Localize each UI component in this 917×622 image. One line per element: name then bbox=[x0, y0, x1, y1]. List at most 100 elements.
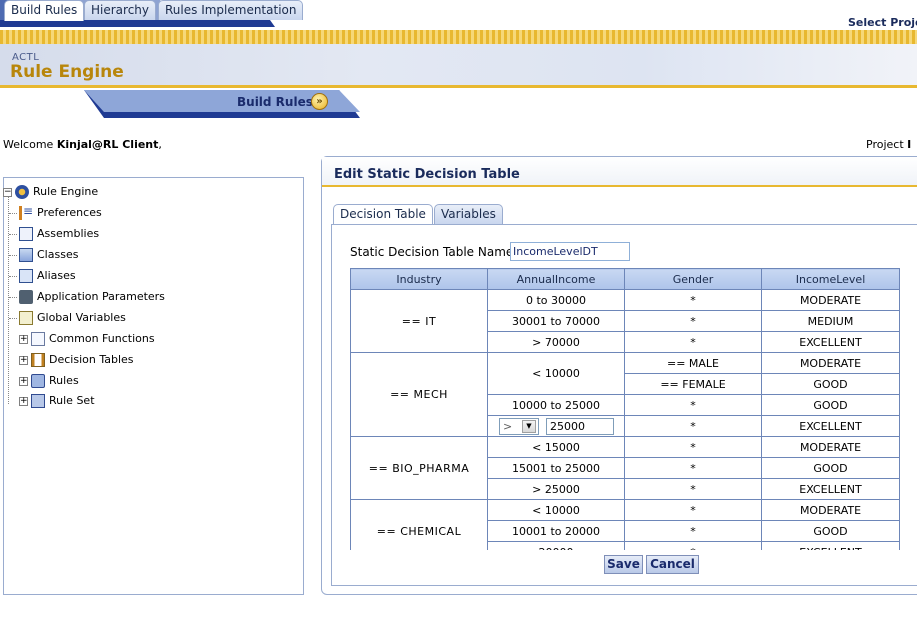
tab-decision-table[interactable]: Decision Table bbox=[333, 204, 433, 225]
income-level-cell[interactable]: EXCELLENT bbox=[761, 415, 900, 437]
industry-cell[interactable]: == CHEMICAL bbox=[350, 499, 488, 550]
table-name-input[interactable] bbox=[510, 242, 630, 261]
tree-node-common-functions[interactable]: + Common Functions bbox=[19, 331, 155, 347]
table-row: == BIO_PHARMA < 15000 * MODERATE bbox=[350, 436, 900, 500]
tree-node-label: Rules bbox=[49, 374, 79, 387]
tree-node-rule-set[interactable]: + Rule Set bbox=[19, 393, 95, 409]
dropdown-arrow-icon[interactable]: ▼ bbox=[522, 419, 536, 433]
tab-rules-implementation[interactable]: Rules Implementation bbox=[158, 0, 304, 20]
tree-node-label: Common Functions bbox=[49, 332, 155, 345]
income-cell[interactable]: < 10000 bbox=[487, 499, 625, 521]
column-header: Gender bbox=[624, 268, 762, 290]
assemblies-icon bbox=[19, 227, 33, 241]
gender-cell[interactable]: * bbox=[624, 289, 762, 311]
app-title: Rule Engine bbox=[10, 62, 124, 82]
income-cell[interactable]: 10001 to 20000 bbox=[487, 520, 625, 542]
income-editor: > ▼ 25000 bbox=[488, 417, 624, 435]
gender-cell[interactable]: * bbox=[624, 331, 762, 353]
table-row: == IT 0 to 30000 * MODERATE bbox=[350, 289, 900, 353]
column-header: Industry bbox=[350, 268, 488, 290]
income-level-cell[interactable]: MODERATE bbox=[761, 352, 900, 374]
tab-build-rules[interactable]: Build Rules bbox=[4, 0, 85, 21]
expand-icon[interactable]: + bbox=[19, 396, 28, 406]
chevron-down-icon[interactable]: » bbox=[311, 93, 328, 110]
gender-cell[interactable]: * bbox=[624, 415, 762, 437]
gender-cell[interactable]: * bbox=[624, 478, 762, 500]
tree-node-classes[interactable]: Classes bbox=[19, 247, 78, 263]
tree-node-assemblies[interactable]: Assemblies bbox=[19, 226, 99, 242]
project-text: Project I bbox=[866, 138, 911, 151]
tree-connector bbox=[9, 297, 17, 298]
income-cell[interactable]: < 10000 bbox=[487, 352, 625, 395]
select-project-link[interactable]: Select Proje bbox=[848, 16, 917, 29]
tree-node-global-variables[interactable]: Global Variables bbox=[19, 310, 126, 326]
income-value-input[interactable]: 25000 bbox=[546, 417, 614, 435]
gender-cell[interactable]: * bbox=[624, 499, 762, 521]
gender-cell[interactable]: * bbox=[624, 310, 762, 332]
tree-node-preferences[interactable]: Preferences bbox=[19, 203, 102, 221]
income-cell[interactable]: > 25000 bbox=[487, 478, 625, 500]
table-name-label: Static Decision Table Name bbox=[350, 245, 514, 259]
tree-node-rules[interactable]: + Rules bbox=[19, 373, 79, 389]
collapse-icon[interactable]: − bbox=[3, 187, 12, 197]
income-cell[interactable]: 10000 to 25000 bbox=[487, 394, 625, 416]
save-button[interactable]: Save bbox=[604, 555, 643, 574]
build-rules-nav-label[interactable]: Build Rules bbox=[237, 95, 313, 109]
income-level-cell[interactable]: MEDIUM bbox=[761, 310, 900, 332]
tree-connector bbox=[8, 196, 9, 404]
income-cell[interactable]: 30001 to 70000 bbox=[487, 310, 625, 332]
header-gold-band bbox=[0, 30, 917, 44]
gender-cell[interactable]: * bbox=[624, 520, 762, 542]
income-cell[interactable]: 20000 bbox=[487, 541, 625, 550]
industry-cell[interactable]: == MECH bbox=[350, 352, 488, 437]
income-level-cell[interactable]: MODERATE bbox=[761, 499, 900, 521]
income-level-cell[interactable]: EXCELLENT bbox=[761, 541, 900, 550]
expand-icon[interactable]: + bbox=[19, 334, 28, 344]
editor-title: Edit Static Decision Table bbox=[334, 167, 520, 182]
tree-connector bbox=[9, 318, 17, 319]
tree-node-label: Aliases bbox=[37, 269, 76, 282]
tab-hierarchy[interactable]: Hierarchy bbox=[84, 0, 157, 20]
income-cell[interactable]: > 70000 bbox=[487, 331, 625, 353]
income-cell[interactable]: < 15000 bbox=[487, 436, 625, 458]
common-functions-icon bbox=[31, 332, 45, 346]
gender-cell[interactable]: * bbox=[624, 541, 762, 550]
income-level-cell[interactable]: GOOD bbox=[761, 520, 900, 542]
income-level-cell[interactable]: EXCELLENT bbox=[761, 478, 900, 500]
expand-icon[interactable]: + bbox=[19, 376, 28, 386]
income-cell[interactable]: 15001 to 25000 bbox=[487, 457, 625, 479]
expand-icon[interactable]: + bbox=[19, 355, 28, 365]
operator-select[interactable]: > ▼ bbox=[499, 417, 539, 435]
income-level-cell[interactable]: MODERATE bbox=[761, 436, 900, 458]
tree-node-decision-tables[interactable]: + Decision Tables bbox=[19, 352, 134, 368]
tab-variables[interactable]: Variables bbox=[434, 204, 503, 224]
welcome-text: Welcome Kinjal@RL Client, bbox=[3, 138, 162, 151]
income-level-cell[interactable]: EXCELLENT bbox=[761, 331, 900, 353]
gender-cell[interactable]: * bbox=[624, 394, 762, 416]
cancel-button[interactable]: Cancel bbox=[646, 555, 699, 574]
income-level-cell[interactable]: MODERATE bbox=[761, 289, 900, 311]
income-level-cell[interactable]: GOOD bbox=[761, 457, 900, 479]
tree-node-application-parameters[interactable]: Application Parameters bbox=[19, 289, 165, 305]
tree-node-aliases[interactable]: Aliases bbox=[19, 268, 76, 284]
income-level-cell[interactable]: GOOD bbox=[761, 373, 900, 395]
income-level-cell[interactable]: GOOD bbox=[761, 394, 900, 416]
gender-cell[interactable]: * bbox=[624, 436, 762, 458]
gender-cell[interactable]: == FEMALE bbox=[624, 373, 762, 395]
tree-node-label: Assemblies bbox=[37, 227, 100, 240]
rule-engine-icon bbox=[15, 185, 29, 199]
industry-cell[interactable]: == BIO_PHARMA bbox=[350, 436, 488, 500]
decision-table-scroll[interactable]: Industry AnnualIncome Gender IncomeLevel… bbox=[350, 268, 900, 550]
aliases-icon bbox=[19, 269, 33, 283]
gender-cell[interactable]: == MALE bbox=[624, 352, 762, 374]
industry-cell[interactable]: == IT bbox=[350, 289, 488, 353]
welcome-user: Kinjal@RL Client bbox=[56, 138, 159, 151]
gender-cell[interactable]: * bbox=[624, 457, 762, 479]
income-cell[interactable]: 0 to 30000 bbox=[487, 289, 625, 311]
tree-connector bbox=[9, 276, 17, 277]
operator-value: > bbox=[503, 419, 513, 433]
tree-node-rule-engine[interactable]: − Rule Engine bbox=[3, 184, 98, 200]
preferences-icon bbox=[19, 203, 33, 220]
tree-node-label: Classes bbox=[37, 248, 79, 261]
tree-node-label: Decision Tables bbox=[49, 353, 134, 366]
